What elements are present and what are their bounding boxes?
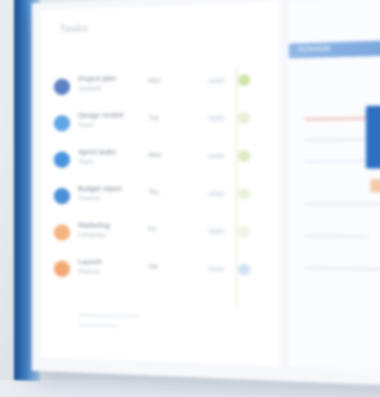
status-dot[interactable] xyxy=(238,112,251,124)
list-item[interactable]: Launch Release Sat xyxy=(53,255,271,288)
avatar xyxy=(53,260,71,278)
placeholder-line xyxy=(304,234,369,238)
item-col-1: Fri xyxy=(148,227,156,234)
app-window: Tasks Project plan Updated Mon Design re… xyxy=(31,0,380,387)
status-dot[interactable] xyxy=(238,74,251,87)
avatar xyxy=(53,188,71,205)
item-meta: Release xyxy=(78,269,101,276)
avatar xyxy=(53,115,71,132)
item-name: Project plan xyxy=(78,75,117,84)
status-dot[interactable] xyxy=(238,263,251,276)
panel-title: Tasks xyxy=(59,23,89,36)
item-col-1: Mon xyxy=(148,78,161,85)
item-meta: Campaign xyxy=(78,232,107,240)
item-chip xyxy=(207,115,226,122)
schedule-panel: Schedule xyxy=(288,0,380,372)
placeholder-line xyxy=(78,313,140,318)
list-item[interactable]: Sprint tasks Team Wed xyxy=(53,144,271,174)
placeholder-line xyxy=(78,323,120,328)
item-name: Marketing xyxy=(78,222,110,230)
list-item[interactable]: Marketing Campaign Fri xyxy=(53,218,271,249)
item-name: Budget report xyxy=(78,185,122,194)
avatar xyxy=(53,151,71,168)
placeholder-line xyxy=(304,202,380,206)
list-item[interactable]: Budget report Finance Thu xyxy=(53,182,271,212)
task-list-panel: Tasks Project plan Updated Mon Design re… xyxy=(39,1,280,367)
item-col-1: Thu xyxy=(148,190,160,197)
event-block-secondary[interactable] xyxy=(370,179,380,193)
schedule-header[interactable]: Schedule xyxy=(288,38,380,59)
placeholder-line xyxy=(304,266,380,271)
list-item[interactable]: Project plan Updated Mon xyxy=(53,67,271,101)
item-col-1: Wed xyxy=(148,152,162,160)
item-col-1: Tue xyxy=(148,115,159,123)
item-meta: Finance xyxy=(78,196,100,203)
list-item[interactable]: Design review Team Tue xyxy=(53,105,271,137)
status-dot[interactable] xyxy=(238,188,251,200)
item-name: Sprint tasks xyxy=(78,149,116,157)
status-dot[interactable] xyxy=(238,225,251,238)
item-chip xyxy=(207,153,226,159)
status-dot[interactable] xyxy=(238,150,251,162)
item-meta: Updated xyxy=(78,86,102,93)
event-block[interactable] xyxy=(365,105,380,169)
monitor: Tasks Project plan Updated Mon Design re… xyxy=(14,0,380,397)
item-name: Design review xyxy=(78,112,124,121)
item-col-1: Sat xyxy=(148,264,158,271)
avatar xyxy=(53,78,71,96)
item-chip xyxy=(207,228,226,235)
item-meta: Team xyxy=(78,122,94,130)
item-meta: Team xyxy=(78,159,94,166)
item-chip xyxy=(207,266,226,272)
item-chip xyxy=(207,191,226,197)
avatar xyxy=(53,224,71,241)
item-chip xyxy=(207,77,226,84)
item-name: Launch xyxy=(78,259,102,267)
column-divider xyxy=(235,66,238,308)
